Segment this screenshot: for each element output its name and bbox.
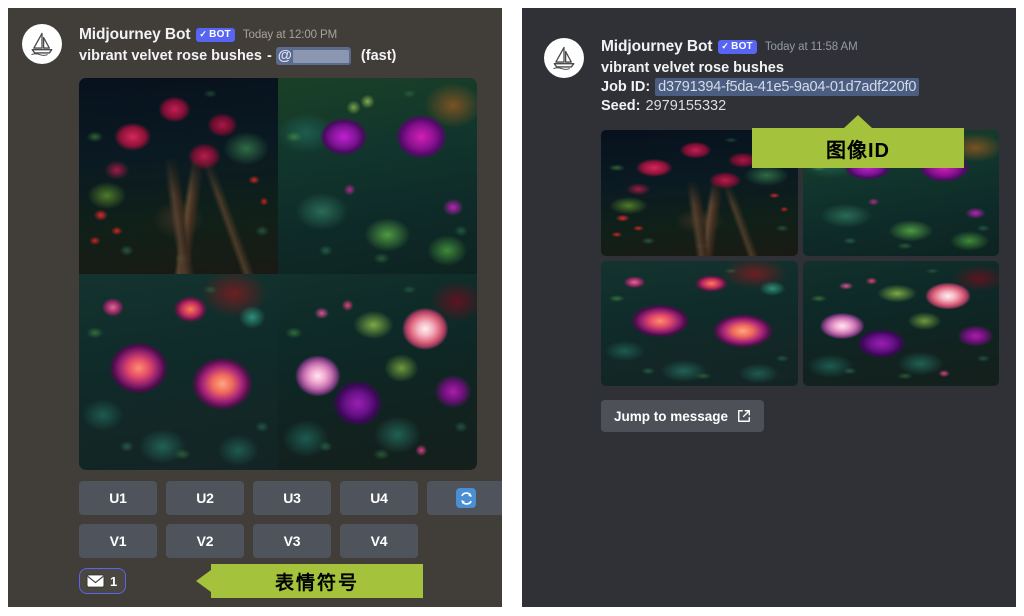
variation-button-v2[interactable]: V2: [166, 524, 244, 558]
reroll-button[interactable]: [427, 481, 502, 515]
prompt-title: vibrant velvet rose bushes: [601, 60, 784, 76]
jump-to-message-label: Jump to message: [614, 408, 729, 424]
image-tile-4[interactable]: [802, 260, 999, 386]
prompt-text: vibrant velvet rose bushes: [79, 48, 262, 64]
right-discord-message-panel: Midjourney Bot ✓ BOT Today at 11:58 AM v…: [522, 8, 1016, 607]
generated-image-grid[interactable]: [601, 130, 999, 386]
bot-badge: ✓ BOT: [718, 40, 757, 54]
callout-emoji-annotation: 表情符号: [211, 564, 423, 598]
message-timestamp: Today at 12:00 PM: [242, 29, 338, 41]
bot-badge-label: BOT: [209, 29, 231, 40]
jump-to-message-button[interactable]: Jump to message: [601, 400, 765, 432]
reaction-count: 1: [110, 573, 118, 589]
variation-button-v4[interactable]: V4: [340, 524, 418, 558]
external-link-icon: [738, 410, 750, 422]
image-tile-3[interactable]: [601, 260, 798, 386]
bot-username: Midjourney Bot: [601, 38, 713, 55]
screenshot-stage: Midjourney Bot ✓ BOT Today at 12:00 PM v…: [0, 0, 1024, 616]
action-button-rows: U1 U2 U3 U4 V1 V2 V3 V4: [79, 481, 502, 567]
avatar[interactable]: [22, 24, 62, 64]
image-quadrant-2[interactable]: [278, 78, 477, 274]
prompt-separator: -: [266, 48, 272, 64]
seed-label: Seed: [601, 98, 636, 114]
variation-button-v3[interactable]: V3: [253, 524, 331, 558]
envelope-reaction[interactable]: 1: [79, 568, 127, 594]
generated-image-grid[interactable]: [79, 78, 477, 470]
rose-artwork-pink: [278, 274, 477, 470]
envelope-icon: [86, 574, 105, 588]
author-line: Midjourney Bot ✓ BOT Today at 11:58 AM: [601, 38, 919, 56]
rose-artwork-coral: [79, 274, 278, 470]
job-id-label: Job ID: [601, 79, 646, 95]
bot-badge-label: BOT: [731, 41, 753, 52]
seed-separator: :: [635, 98, 641, 114]
speed-tag: (fast): [360, 48, 397, 64]
message-timestamp: Today at 11:58 AM: [764, 41, 858, 53]
prompt-line: vibrant velvet rose bushes - @ (fast): [79, 47, 396, 65]
upscale-button-u2[interactable]: U2: [166, 481, 244, 515]
upscale-row: U1 U2 U3 U4: [79, 481, 502, 515]
image-quadrant-1[interactable]: [79, 78, 278, 274]
upscale-button-u3[interactable]: U3: [253, 481, 331, 515]
rose-artwork-pink: [802, 260, 999, 386]
variation-button-v1[interactable]: V1: [79, 524, 157, 558]
author-line: Midjourney Bot ✓ BOT Today at 12:00 PM: [79, 26, 396, 44]
rose-artwork-crimson: [79, 78, 278, 274]
mention-redacted-block: [292, 49, 349, 63]
bot-username: Midjourney Bot: [79, 26, 191, 43]
mention-symbol: @: [277, 48, 292, 64]
job-id-line: Job ID : d3791394-f5da-41e5-9a04-01d7adf…: [601, 78, 920, 96]
image-quadrant-3[interactable]: [79, 274, 278, 470]
upscale-button-u1[interactable]: U1: [79, 481, 157, 515]
user-mention[interactable]: @: [275, 47, 351, 65]
variation-row: V1 V2 V3 V4: [79, 524, 502, 558]
sailboat-icon: [553, 46, 575, 70]
message-header: Midjourney Bot ✓ BOT Today at 12:00 PM v…: [79, 26, 396, 65]
left-discord-message-panel: Midjourney Bot ✓ BOT Today at 12:00 PM v…: [8, 8, 502, 607]
refresh-icon: [456, 488, 476, 508]
bot-check-icon: ✓: [721, 40, 730, 51]
bot-check-icon: ✓: [199, 28, 208, 39]
message-header: Midjourney Bot ✓ BOT Today at 11:58 AM v…: [601, 38, 920, 114]
rose-artwork-purple: [278, 78, 477, 274]
upscale-button-u4[interactable]: U4: [340, 481, 418, 515]
job-id-value[interactable]: d3791394-f5da-41e5-9a04-01d7adf220f0: [655, 78, 920, 96]
rose-artwork-coral: [601, 260, 798, 386]
image-quadrant-4[interactable]: [278, 274, 477, 470]
reaction-row: 1 表情符号: [79, 564, 423, 598]
seed-line: Seed : 2979155332: [601, 98, 919, 114]
bot-badge: ✓ BOT: [196, 28, 235, 42]
job-id-separator: :: [645, 79, 651, 95]
avatar[interactable]: [544, 38, 584, 78]
callout-image-id-annotation: 图像ID: [752, 128, 964, 168]
sailboat-icon: [31, 32, 53, 56]
seed-value: 2979155332: [645, 98, 727, 114]
